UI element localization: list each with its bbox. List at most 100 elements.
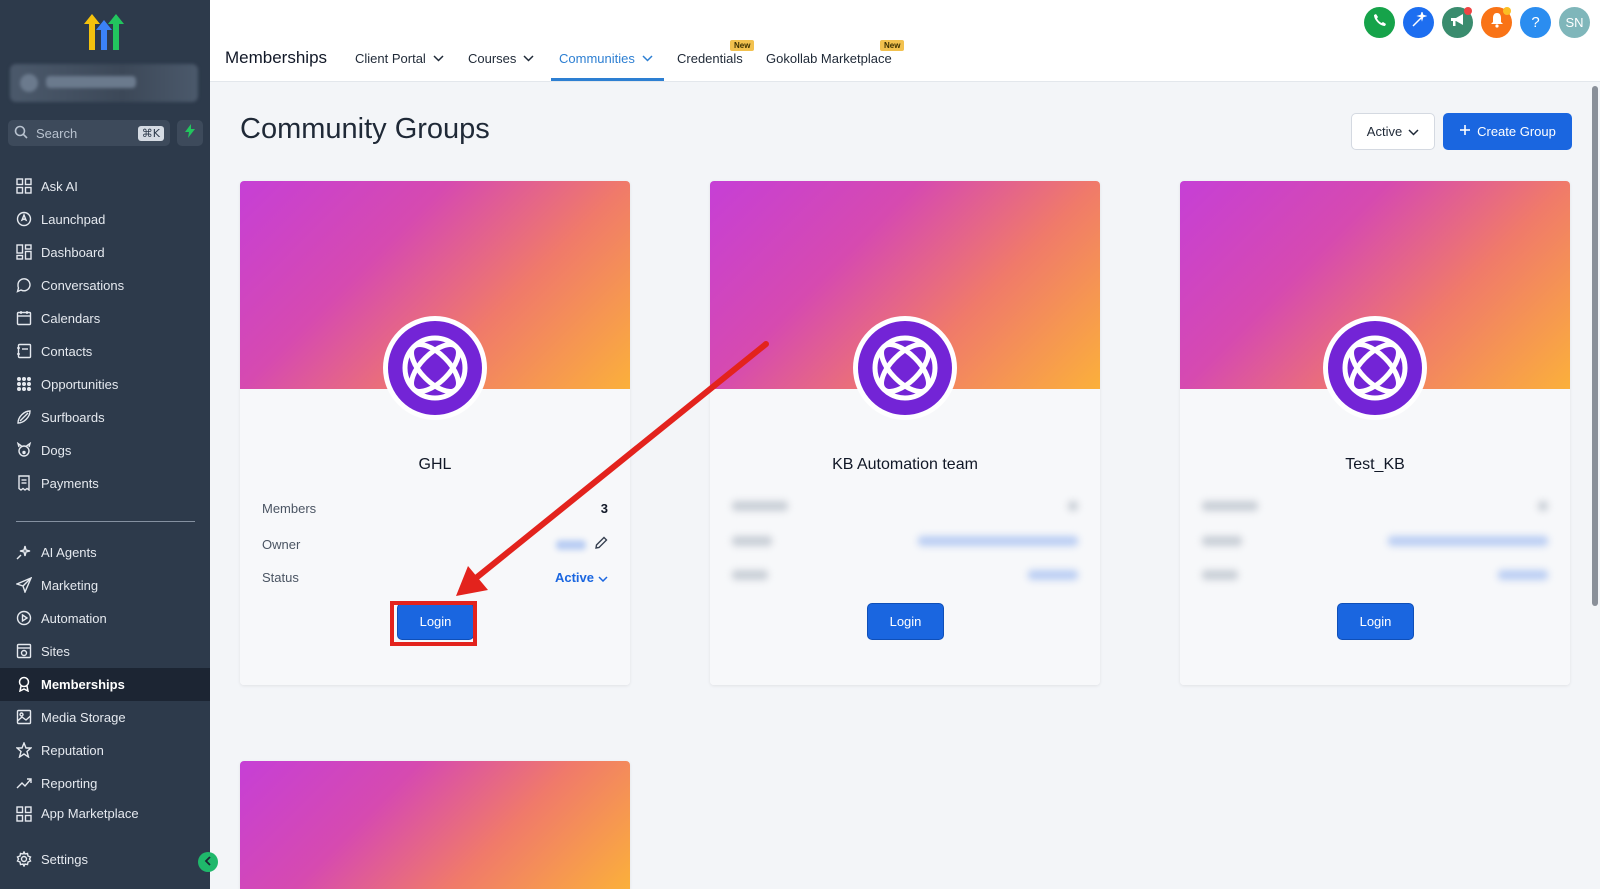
redacted-text: [1388, 536, 1548, 546]
redacted-text: [1202, 501, 1258, 511]
account-switcher[interactable]: [10, 64, 198, 102]
ai-assist-button[interactable]: [1403, 7, 1434, 38]
redacted-text: [1202, 570, 1238, 580]
collapse-sidebar-button[interactable]: [198, 852, 218, 872]
sidebar-item-label: App Marketplace: [41, 806, 139, 821]
community-name: Test_KB: [1345, 456, 1405, 473]
redacted-text: [732, 570, 768, 580]
status-label: Status: [262, 570, 299, 585]
redacted-text: [1202, 536, 1242, 546]
sidebar-item-payments[interactable]: Payments: [0, 467, 210, 500]
status-filter-dropdown[interactable]: Active: [1351, 113, 1435, 150]
magic-wand-icon: [1411, 10, 1428, 33]
owner-value: [556, 536, 608, 553]
community-name: GHL: [418, 456, 452, 473]
notifications-button[interactable]: [1481, 7, 1512, 38]
create-group-button[interactable]: Create Group: [1443, 113, 1572, 150]
sidebar-item-automation[interactable]: Automation: [0, 602, 210, 635]
trend-icon: [16, 775, 33, 792]
tab-label: Communities: [559, 51, 635, 66]
sidebar-item-settings[interactable]: Settings: [0, 843, 210, 876]
sidebar-item-label: Ask AI: [41, 179, 78, 194]
orbit-logo-icon: [1342, 335, 1408, 401]
search-box[interactable]: Search ⌘K: [8, 120, 170, 146]
sidebar-item-surfboards[interactable]: Surfboards: [0, 401, 210, 434]
sidebar-item-label: Launchpad: [41, 212, 106, 227]
sidebar-item-contacts[interactable]: Contacts: [0, 335, 210, 368]
sidebar-item-label: Marketing: [41, 578, 99, 593]
sidebar-item-label: Settings: [41, 852, 88, 867]
community-card-test-kb: Test_KB Login: [1180, 181, 1570, 685]
redacted-text: [1028, 570, 1078, 580]
page-title: Community Groups: [240, 113, 490, 145]
tab-label: Courses: [468, 51, 517, 66]
sidebar-item-label: Automation: [41, 611, 107, 626]
members-label: Members: [262, 501, 317, 516]
sidebar-item-app-marketplace[interactable]: App Marketplace: [0, 800, 210, 822]
app-logo[interactable]: [80, 12, 128, 52]
grid-icon: [16, 178, 33, 195]
annotation-highlight-box: [390, 601, 477, 646]
members-row: Members 3: [262, 501, 608, 516]
sidebar-item-dashboard[interactable]: Dashboard: [0, 236, 210, 269]
quick-action-button[interactable]: [177, 120, 203, 146]
notification-dot: [1503, 7, 1511, 15]
sidebar-item-launchpad[interactable]: Launchpad: [0, 203, 210, 236]
tab-client-portal[interactable]: Client Portal: [355, 51, 444, 66]
status-row-redacted: [732, 570, 1078, 580]
star-icon: [16, 742, 33, 759]
owner-name-redacted: [556, 539, 586, 550]
bell-icon: [1490, 12, 1504, 33]
play-circle-icon: [16, 610, 33, 627]
chevron-down-icon: [1408, 124, 1419, 139]
sites-icon: [16, 643, 33, 660]
chevron-down-icon: [433, 55, 444, 62]
owner-row: Owner: [262, 536, 608, 553]
sidebar-item-ask-ai[interactable]: Ask AI: [0, 170, 210, 203]
sidebar-item-label: Surfboards: [41, 410, 105, 425]
sidebar-item-label: Sites: [41, 644, 70, 659]
tab-communities[interactable]: Communities: [559, 51, 653, 66]
receipt-icon: [16, 475, 33, 492]
sidebar-nav-secondary: AI Agents Marketing Automation Sites Mem…: [0, 536, 210, 822]
sidebar-item-ai-agents[interactable]: AI Agents: [0, 536, 210, 569]
sidebar-item-sites[interactable]: Sites: [0, 635, 210, 668]
sidebar-item-media-storage[interactable]: Media Storage: [0, 701, 210, 734]
sidebar-item-label: Opportunities: [41, 377, 119, 392]
sidebar-item-dogs[interactable]: Dogs: [0, 434, 210, 467]
community-name: KB Automation team: [832, 456, 978, 473]
sidebar-item-label: Media Storage: [41, 710, 126, 725]
new-badge: New: [730, 40, 755, 51]
status-dropdown[interactable]: Active: [555, 570, 608, 585]
avatar[interactable]: SN: [1559, 7, 1590, 38]
login-button[interactable]: Login: [867, 603, 944, 640]
pencil-icon[interactable]: [594, 536, 608, 553]
sidebar-item-conversations[interactable]: Conversations: [0, 269, 210, 302]
tab-credentials[interactable]: Credentials: [677, 51, 743, 66]
sidebar-settings: Settings: [0, 843, 210, 876]
phone-button[interactable]: [1364, 7, 1395, 38]
calendar-icon: [16, 310, 33, 327]
sidebar-item-memberships[interactable]: Memberships: [0, 668, 210, 701]
sidebar-item-label: Calendars: [41, 311, 101, 326]
image-icon: [16, 709, 33, 726]
tab-gokollab-marketplace[interactable]: Gokollab Marketplace: [766, 51, 892, 66]
announcements-button[interactable]: [1442, 7, 1473, 38]
dashboard-icon: [16, 244, 33, 261]
sidebar-item-reporting[interactable]: Reporting: [0, 767, 210, 800]
sidebar-item-calendars[interactable]: Calendars: [0, 302, 210, 335]
page-scrollbar[interactable]: [1592, 86, 1598, 606]
chevron-left-icon: [204, 853, 212, 871]
tab-courses[interactable]: Courses: [468, 51, 534, 66]
gear-icon: [16, 851, 33, 868]
sidebar-item-label: Payments: [41, 476, 99, 491]
sidebar-item-opportunities[interactable]: Opportunities: [0, 368, 210, 401]
sidebar-divider: [16, 521, 195, 522]
sidebar-item-marketing[interactable]: Marketing: [0, 569, 210, 602]
login-button[interactable]: Login: [1337, 603, 1414, 640]
owner-row-redacted: [1202, 536, 1548, 546]
tab-label: Gokollab Marketplace: [766, 51, 892, 66]
sidebar-item-label: Conversations: [41, 278, 125, 293]
sidebar-item-reputation[interactable]: Reputation: [0, 734, 210, 767]
help-button[interactable]: ?: [1520, 7, 1551, 38]
